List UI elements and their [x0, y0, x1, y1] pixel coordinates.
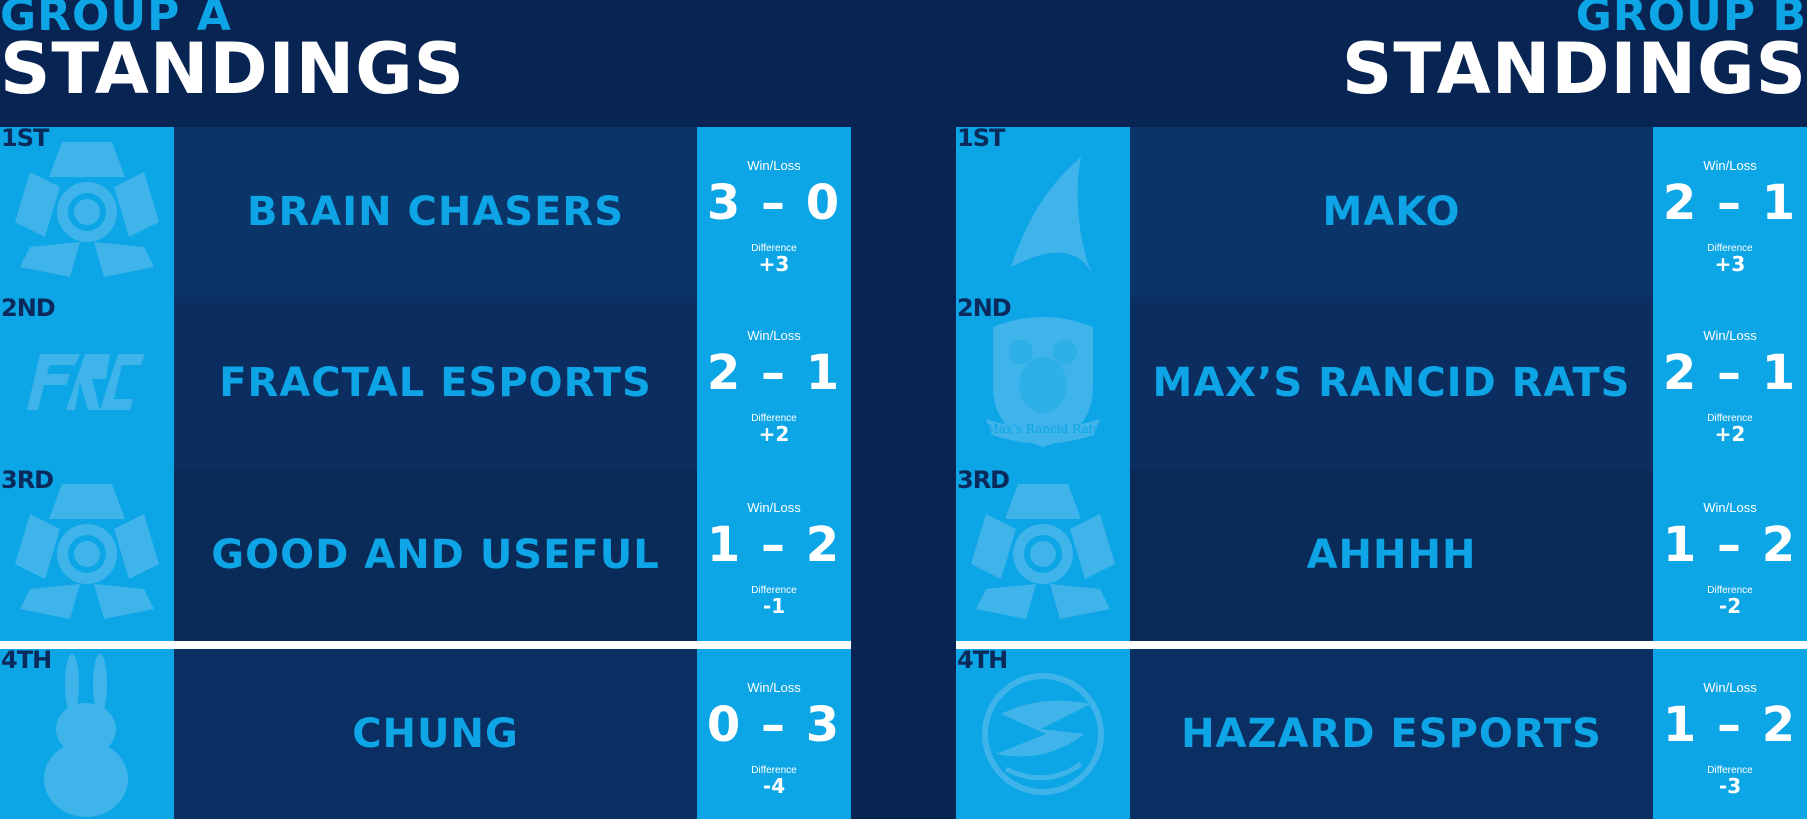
team-name-cell: MAKO — [1130, 127, 1653, 297]
team-logo-cell — [956, 469, 1130, 641]
difference-value: +2 — [758, 422, 790, 446]
rank-label: 4TH — [1, 646, 52, 674]
team-name: GOOD AND USEFUL — [211, 532, 660, 578]
team-name: FRACTAL ESPORTS — [219, 360, 652, 406]
frc-logo-icon — [0, 297, 174, 469]
difference-value: -1 — [762, 594, 786, 618]
win-loss-score: 0 – 3 — [706, 697, 842, 753]
win-loss-score: 2 – 1 — [1662, 175, 1798, 231]
score-cell: Win/Loss 3 – 0 Difference +3 — [697, 127, 851, 297]
score-cell: Win/Loss 2 – 1 Difference +2 — [1653, 297, 1807, 469]
team-name: AHHHH — [1306, 532, 1477, 578]
standing-row: 3RD AHHHH Win/Loss 1 – 2 Difference -2 — [956, 466, 1807, 641]
score-cell: Win/Loss 2 – 1 Difference +2 — [697, 297, 851, 469]
team-name: HAZARD ESPORTS — [1181, 711, 1602, 757]
score-cell: Win/Loss 2 – 1 Difference +3 — [1653, 127, 1807, 297]
standing-row: 1ST BRAIN CHASERS Win/Loss 3 – 0 Differe… — [0, 124, 851, 297]
team-name-cell: AHHHH — [1130, 469, 1653, 641]
group-b-standings-table: 1ST MAKO Win/Loss 2 – 1 Difference +3 Ma… — [956, 124, 1807, 819]
win-loss-label: Win/Loss — [1703, 158, 1757, 173]
group-a-title: STANDINGS — [0, 28, 466, 110]
team-logo-cell — [956, 649, 1130, 819]
standing-row: 4TH CHUNG Win/Loss 0 – 3 Difference -4 — [0, 646, 851, 819]
rocket-league-logo-icon — [0, 127, 174, 297]
team-logo-cell — [0, 469, 174, 641]
rank-label: 2ND — [1, 294, 56, 322]
team-logo-cell — [956, 127, 1130, 297]
team-name-cell: HAZARD ESPORTS — [1130, 649, 1653, 819]
win-loss-score: 3 – 0 — [706, 175, 842, 231]
team-name: CHUNG — [352, 711, 519, 757]
team-name-cell: FRACTAL ESPORTS — [174, 297, 697, 469]
win-loss-score: 2 – 1 — [706, 345, 842, 401]
rank-label: 1ST — [1, 124, 49, 152]
standing-row: 2ND FRACTAL ESPORTS Win/Loss 2 – 1 Diffe… — [0, 294, 851, 469]
score-cell: Win/Loss 1 – 2 Difference -3 — [1653, 649, 1807, 819]
team-name: MAX’S RANCID RATS — [1152, 360, 1631, 406]
win-loss-score: 1 – 2 — [1662, 697, 1798, 753]
win-loss-label: Win/Loss — [1703, 328, 1757, 343]
team-name-cell: MAX’S RANCID RATS — [1130, 297, 1653, 469]
difference-value: -3 — [1718, 774, 1742, 798]
win-loss-score: 2 – 1 — [1662, 345, 1798, 401]
score-cell: Win/Loss 1 – 2 Difference -2 — [1653, 469, 1807, 641]
rat-crest-logo-icon: Max's Rancid Rats — [956, 297, 1130, 469]
team-logo-cell — [0, 127, 174, 297]
win-loss-label: Win/Loss — [747, 158, 801, 173]
rank-label: 1ST — [957, 124, 1005, 152]
win-loss-label: Win/Loss — [747, 680, 801, 695]
difference-value: +3 — [758, 252, 790, 276]
score-cell: Win/Loss 0 – 3 Difference -4 — [697, 649, 851, 819]
win-loss-label: Win/Loss — [1703, 680, 1757, 695]
difference-value: +2 — [1714, 422, 1746, 446]
chungus-rabbit-logo-icon — [0, 649, 174, 819]
difference-value: -4 — [762, 774, 786, 798]
shark-fin-logo-icon — [956, 127, 1130, 297]
standing-row: Max's Rancid Rats 2ND MAX’S RANCID RATS … — [956, 294, 1807, 469]
team-logo-cell — [0, 297, 174, 469]
standing-row: 3RD GOOD AND USEFUL Win/Loss 1 – 2 Diffe… — [0, 466, 851, 641]
difference-value: +3 — [1714, 252, 1746, 276]
win-loss-score: 1 – 2 — [706, 517, 842, 573]
team-logo-cell — [0, 649, 174, 819]
team-logo-cell: Max's Rancid Rats — [956, 297, 1130, 469]
team-name: MAKO — [1322, 189, 1461, 235]
rank-label: 3RD — [1, 466, 54, 494]
hazard-logo-icon — [956, 649, 1130, 819]
rat-crest-banner-text: Max's Rancid Rats — [986, 422, 1099, 436]
rank-label: 2ND — [957, 294, 1012, 322]
win-loss-label: Win/Loss — [747, 328, 801, 343]
elimination-divider — [0, 641, 851, 649]
score-cell: Win/Loss 1 – 2 Difference -1 — [697, 469, 851, 641]
rank-label: 3RD — [957, 466, 1010, 494]
rocket-league-logo-icon — [0, 469, 174, 641]
win-loss-label: Win/Loss — [747, 500, 801, 515]
win-loss-score: 1 – 2 — [1662, 517, 1798, 573]
standing-row: 1ST MAKO Win/Loss 2 – 1 Difference +3 — [956, 124, 1807, 297]
group-a-standings-table: 1ST BRAIN CHASERS Win/Loss 3 – 0 Differe… — [0, 124, 851, 819]
elimination-divider — [956, 641, 1807, 649]
rank-label: 4TH — [957, 646, 1008, 674]
standing-row: 4TH HAZARD ESPORTS Win/Loss 1 – 2 Differ… — [956, 646, 1807, 819]
team-name-cell: GOOD AND USEFUL — [174, 469, 697, 641]
team-name-cell: BRAIN CHASERS — [174, 127, 697, 297]
difference-value: -2 — [1718, 594, 1742, 618]
group-b-title: STANDINGS — [1341, 28, 1807, 110]
win-loss-label: Win/Loss — [1703, 500, 1757, 515]
team-name: BRAIN CHASERS — [246, 189, 625, 235]
rocket-league-logo-icon — [956, 469, 1130, 641]
team-name-cell: CHUNG — [174, 649, 697, 819]
